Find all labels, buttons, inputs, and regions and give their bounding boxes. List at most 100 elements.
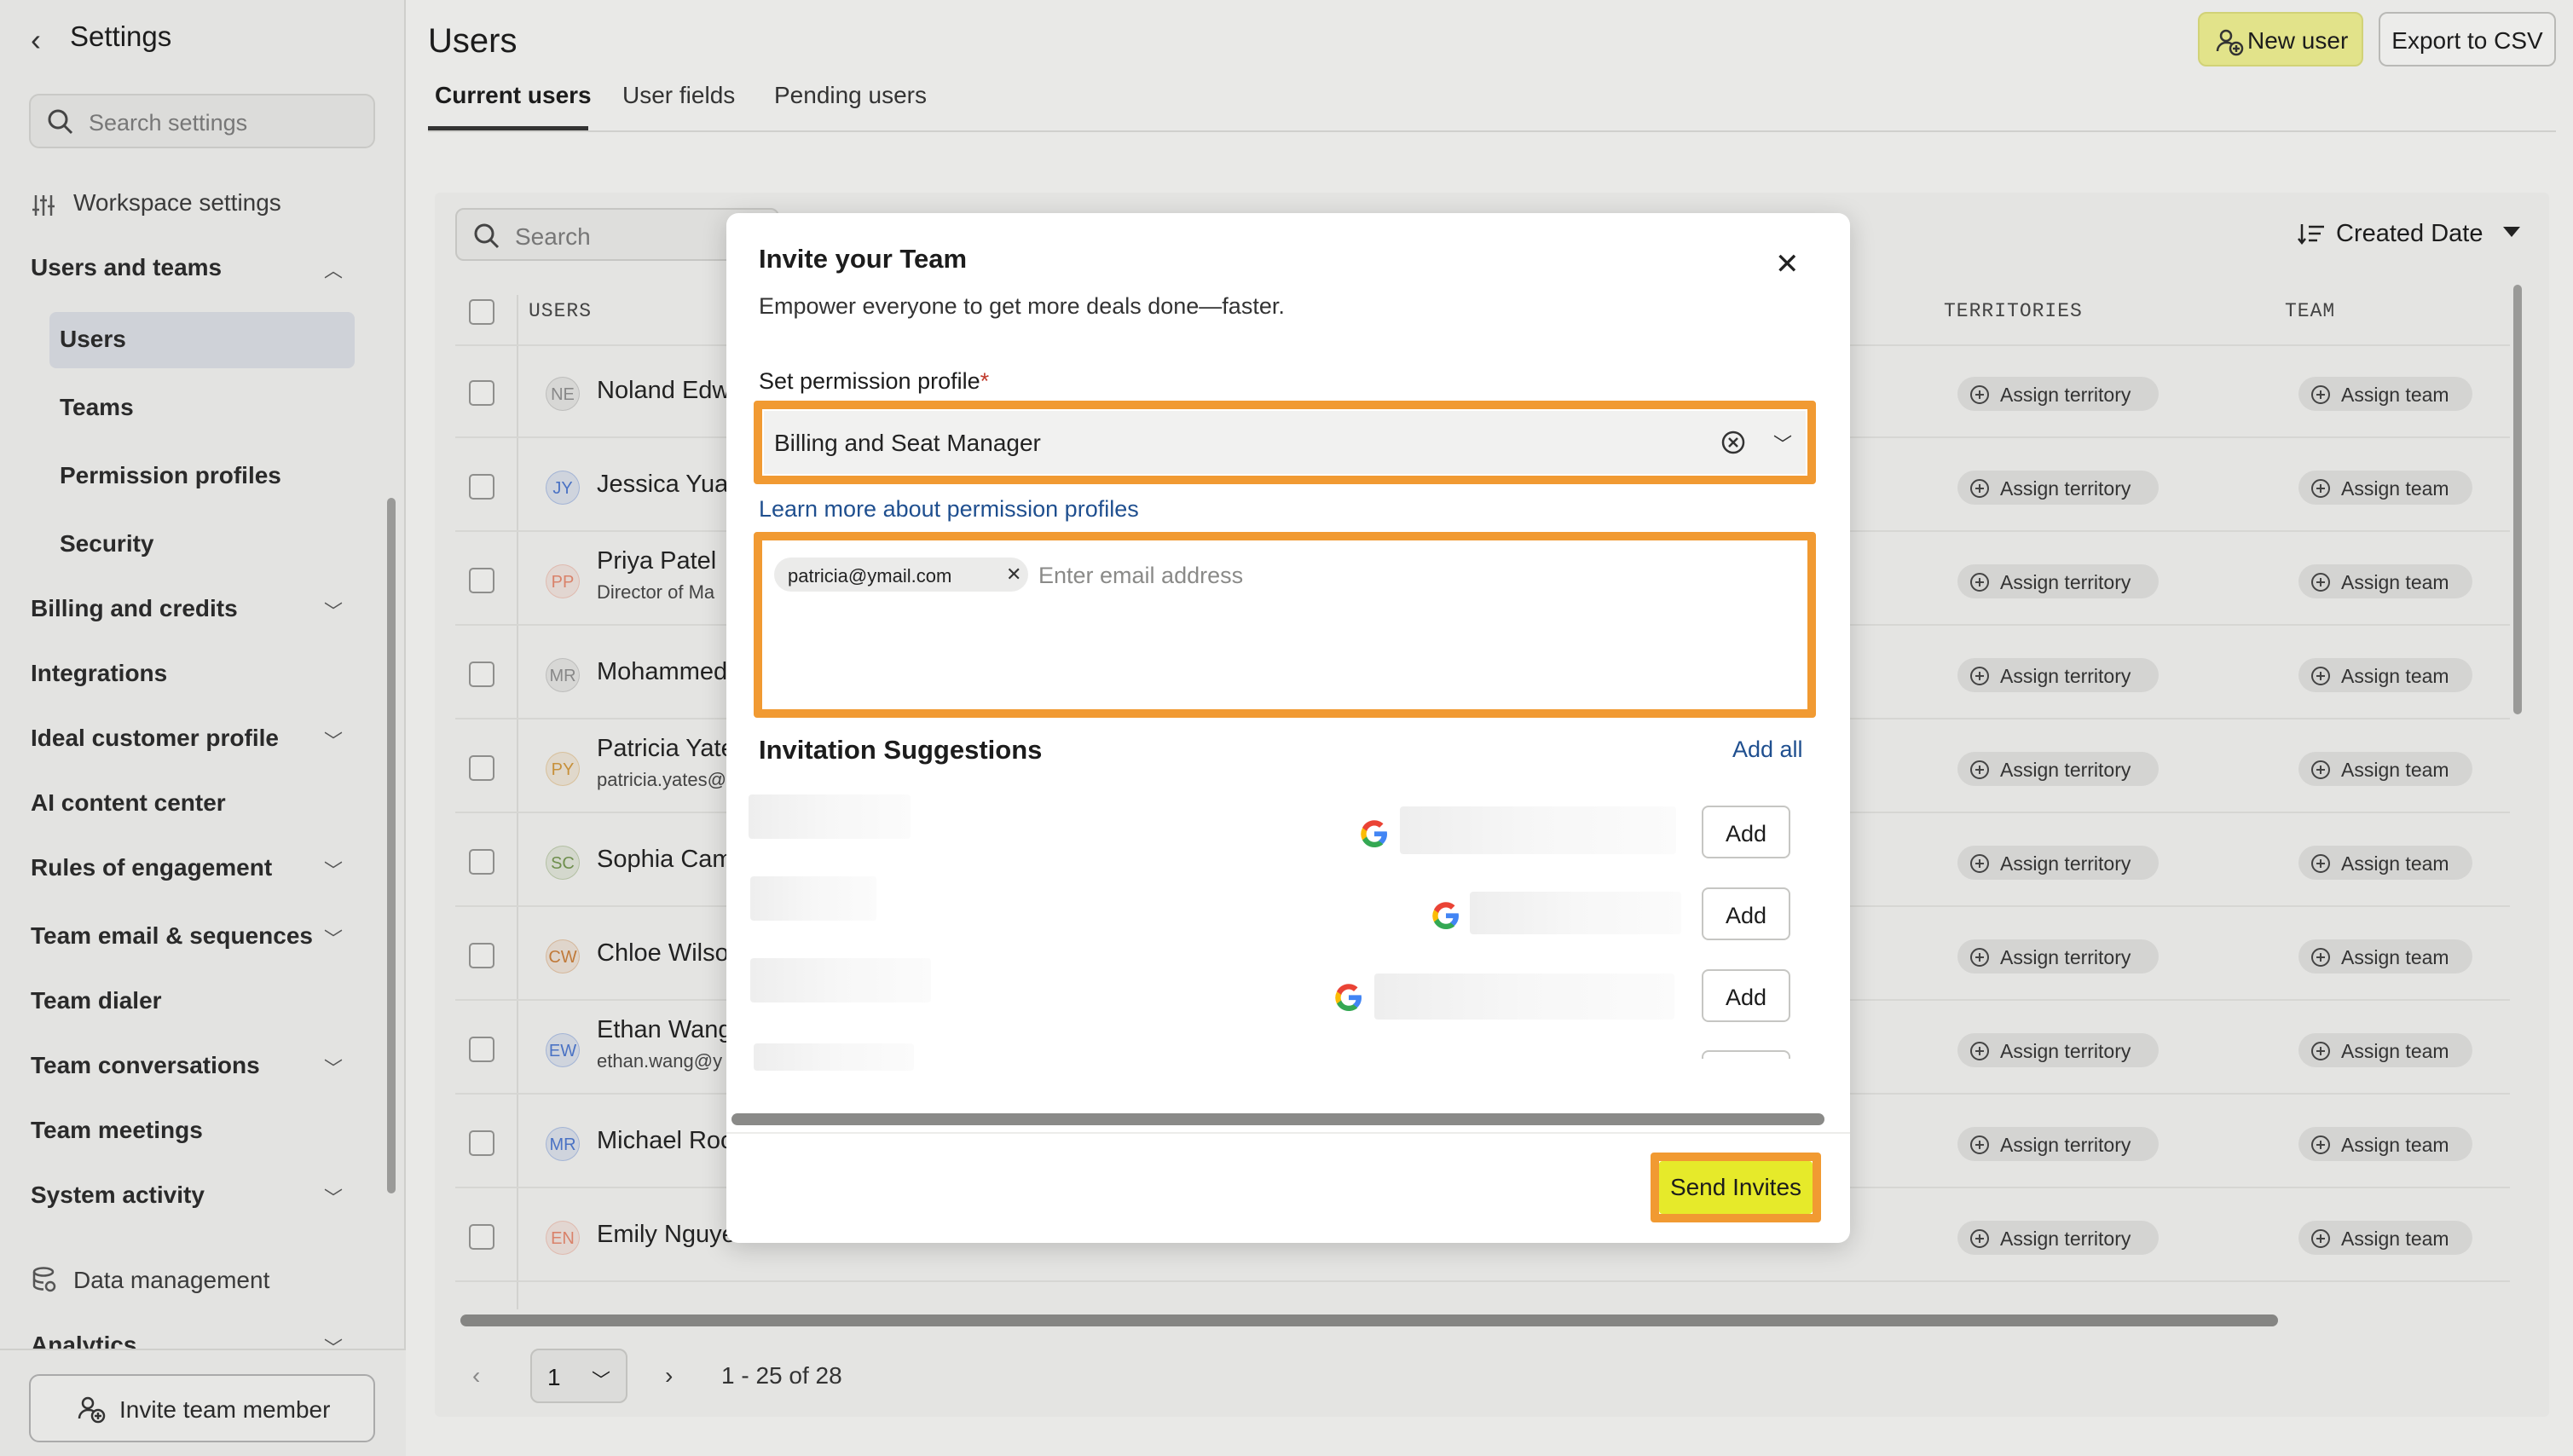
- email-address-input[interactable]: patricia@ymail.com ✕ Enter email address: [764, 542, 1806, 708]
- sidebar-item-workspace-settings[interactable]: Workspace settings: [73, 189, 281, 217]
- sidebar-item-users[interactable]: Users: [60, 326, 126, 353]
- row-checkbox[interactable]: [469, 662, 494, 687]
- sidebar-item-billing-and-credits[interactable]: Billing and credits: [31, 595, 238, 622]
- assign-territory-button[interactable]: Assign territory: [1957, 752, 2159, 786]
- row-checkbox[interactable]: [469, 943, 494, 968]
- assign-team-button[interactable]: Assign team: [2298, 1033, 2472, 1067]
- sidebar-item-ideal-customer-profile[interactable]: Ideal customer profile: [31, 725, 279, 752]
- sidebar-item-permission-profiles[interactable]: Permission profiles: [60, 462, 281, 489]
- sidebar-item-data-management[interactable]: Data management: [73, 1267, 269, 1294]
- sidebar-item-security[interactable]: Security: [60, 530, 154, 558]
- assign-team-button[interactable]: Assign team: [2298, 564, 2472, 598]
- assign-territory-button[interactable]: Assign territory: [1957, 1127, 2159, 1161]
- tab-pending-users[interactable]: Pending users: [774, 82, 927, 109]
- sidebar-item-team-conversations[interactable]: Team conversations: [31, 1052, 260, 1079]
- page-select[interactable]: 1 ﹀: [530, 1349, 627, 1403]
- assign-territory-button[interactable]: Assign territory: [1957, 471, 2159, 505]
- sidebar-item-users-and-teams[interactable]: Users and teams: [31, 254, 222, 281]
- sidebar-item-team-email-sequences[interactable]: Team email & sequences: [31, 922, 313, 950]
- assign-territory-button[interactable]: Assign territory: [1957, 1033, 2159, 1067]
- tab-current-users[interactable]: Current users: [435, 82, 592, 109]
- sidebar-item-ai-content-center[interactable]: AI content center: [31, 789, 226, 817]
- table-vertical-scrollbar[interactable]: [2513, 285, 2522, 714]
- assign-team-button[interactable]: Assign team: [2298, 658, 2472, 692]
- tab-user-fields[interactable]: User fields: [622, 82, 735, 109]
- user-name[interactable]: Emily Nguye: [597, 1221, 736, 1249]
- row-checkbox[interactable]: [469, 474, 494, 500]
- assign-territory-button[interactable]: Assign territory: [1957, 939, 2159, 974]
- invite-team-member-button[interactable]: Invite team member: [29, 1374, 375, 1442]
- previous-page-icon[interactable]: ‹: [472, 1362, 480, 1390]
- new-user-button[interactable]: New user: [2198, 12, 2363, 66]
- row-checkbox[interactable]: [469, 755, 494, 781]
- plus-circle-icon: [1970, 573, 1989, 592]
- plus-circle-icon: [1970, 854, 1989, 873]
- learn-more-link[interactable]: Learn more about permission profiles: [759, 496, 1139, 523]
- assign-team-button[interactable]: Assign team: [2298, 471, 2472, 505]
- add-suggestion-button-partial[interactable]: [1702, 1050, 1790, 1059]
- sidebar-item-integrations[interactable]: Integrations: [31, 660, 167, 687]
- user-name[interactable]: Noland Edw: [597, 377, 730, 405]
- user-name[interactable]: Priya Patel: [597, 547, 716, 575]
- send-invites-button[interactable]: Send Invites: [1659, 1161, 1813, 1214]
- add-suggestion-button[interactable]: Add: [1702, 969, 1790, 1022]
- assign-team-button[interactable]: Assign team: [2298, 377, 2472, 411]
- column-header-territories[interactable]: TERRITORIES: [1944, 300, 2083, 322]
- row-checkbox[interactable]: [469, 1130, 494, 1156]
- chevron-up-icon[interactable]: ︿: [324, 256, 343, 283]
- assign-team-button[interactable]: Assign team: [2298, 1127, 2472, 1161]
- column-header-team[interactable]: TEAM: [2285, 300, 2335, 322]
- user-name[interactable]: Ethan Wang: [597, 1016, 732, 1044]
- assign-territory-button[interactable]: Assign territory: [1957, 377, 2159, 411]
- sidebar-item-team-dialer[interactable]: Team dialer: [31, 987, 162, 1014]
- assign-territory-button[interactable]: Assign territory: [1957, 846, 2159, 880]
- sidebar-scrollbar[interactable]: [387, 498, 396, 1193]
- user-name[interactable]: Jessica Yuar: [597, 471, 737, 499]
- row-checkbox[interactable]: [469, 1037, 494, 1062]
- assign-territory-button[interactable]: Assign territory: [1957, 564, 2159, 598]
- sidebar-item-rules-of-engagement[interactable]: Rules of engagement: [31, 854, 272, 881]
- row-checkbox[interactable]: [469, 849, 494, 875]
- table-horizontal-scrollbar[interactable]: [460, 1314, 2278, 1326]
- add-all-link[interactable]: Add all: [1732, 737, 1803, 763]
- user-name[interactable]: Michael Roc: [597, 1127, 733, 1155]
- assign-territory-button[interactable]: Assign territory: [1957, 658, 2159, 692]
- sidebar-item-system-activity[interactable]: System activity: [31, 1182, 205, 1209]
- back-chevron-icon[interactable]: ‹: [31, 22, 41, 58]
- permission-profile-select[interactable]: Billing and Seat Manager ﹀: [764, 411, 1806, 474]
- column-header-users[interactable]: USERS: [529, 300, 592, 322]
- assign-team-button[interactable]: Assign team: [2298, 1221, 2472, 1255]
- user-name[interactable]: Patricia Yate: [597, 735, 735, 763]
- sidebar-item-teams[interactable]: Teams: [60, 394, 134, 421]
- chevron-down-icon[interactable]: ﹀: [324, 726, 343, 754]
- assign-team-button[interactable]: Assign team: [2298, 939, 2472, 974]
- chevron-down-icon[interactable]: ﹀: [324, 924, 343, 951]
- add-suggestion-button[interactable]: Add: [1702, 887, 1790, 940]
- remove-chip-icon[interactable]: ✕: [1006, 563, 1021, 586]
- plus-circle-icon: [1970, 948, 1989, 967]
- row-checkbox[interactable]: [469, 1224, 494, 1250]
- chevron-down-icon[interactable]: ﹀: [324, 597, 343, 624]
- chevron-down-icon[interactable]: ﹀: [1773, 430, 1792, 457]
- settings-search-input[interactable]: Search settings: [29, 94, 375, 148]
- chevron-down-icon[interactable]: ﹀: [324, 1054, 343, 1081]
- clear-circle-icon[interactable]: [1720, 430, 1746, 455]
- row-checkbox[interactable]: [469, 568, 494, 593]
- user-name[interactable]: Sophia Cam: [597, 846, 733, 874]
- row-checkbox[interactable]: [469, 380, 494, 406]
- avatar: EN: [546, 1221, 580, 1255]
- assign-territory-button[interactable]: Assign territory: [1957, 1221, 2159, 1255]
- modal-scrollbar[interactable]: [731, 1113, 1824, 1125]
- chevron-down-icon[interactable]: ﹀: [324, 856, 343, 883]
- next-page-icon[interactable]: ›: [665, 1362, 673, 1390]
- user-name[interactable]: Mohammed: [597, 658, 727, 686]
- export-csv-button[interactable]: Export to CSV: [2379, 12, 2556, 66]
- user-name[interactable]: Chloe Wilso: [597, 939, 729, 968]
- assign-team-button[interactable]: Assign team: [2298, 846, 2472, 880]
- assign-team-button[interactable]: Assign team: [2298, 752, 2472, 786]
- close-icon[interactable]: ✕: [1775, 247, 1800, 281]
- select-all-checkbox[interactable]: [469, 299, 494, 325]
- add-suggestion-button[interactable]: Add: [1702, 806, 1790, 858]
- sidebar-item-team-meetings[interactable]: Team meetings: [31, 1117, 203, 1144]
- chevron-down-icon[interactable]: ﹀: [324, 1183, 343, 1210]
